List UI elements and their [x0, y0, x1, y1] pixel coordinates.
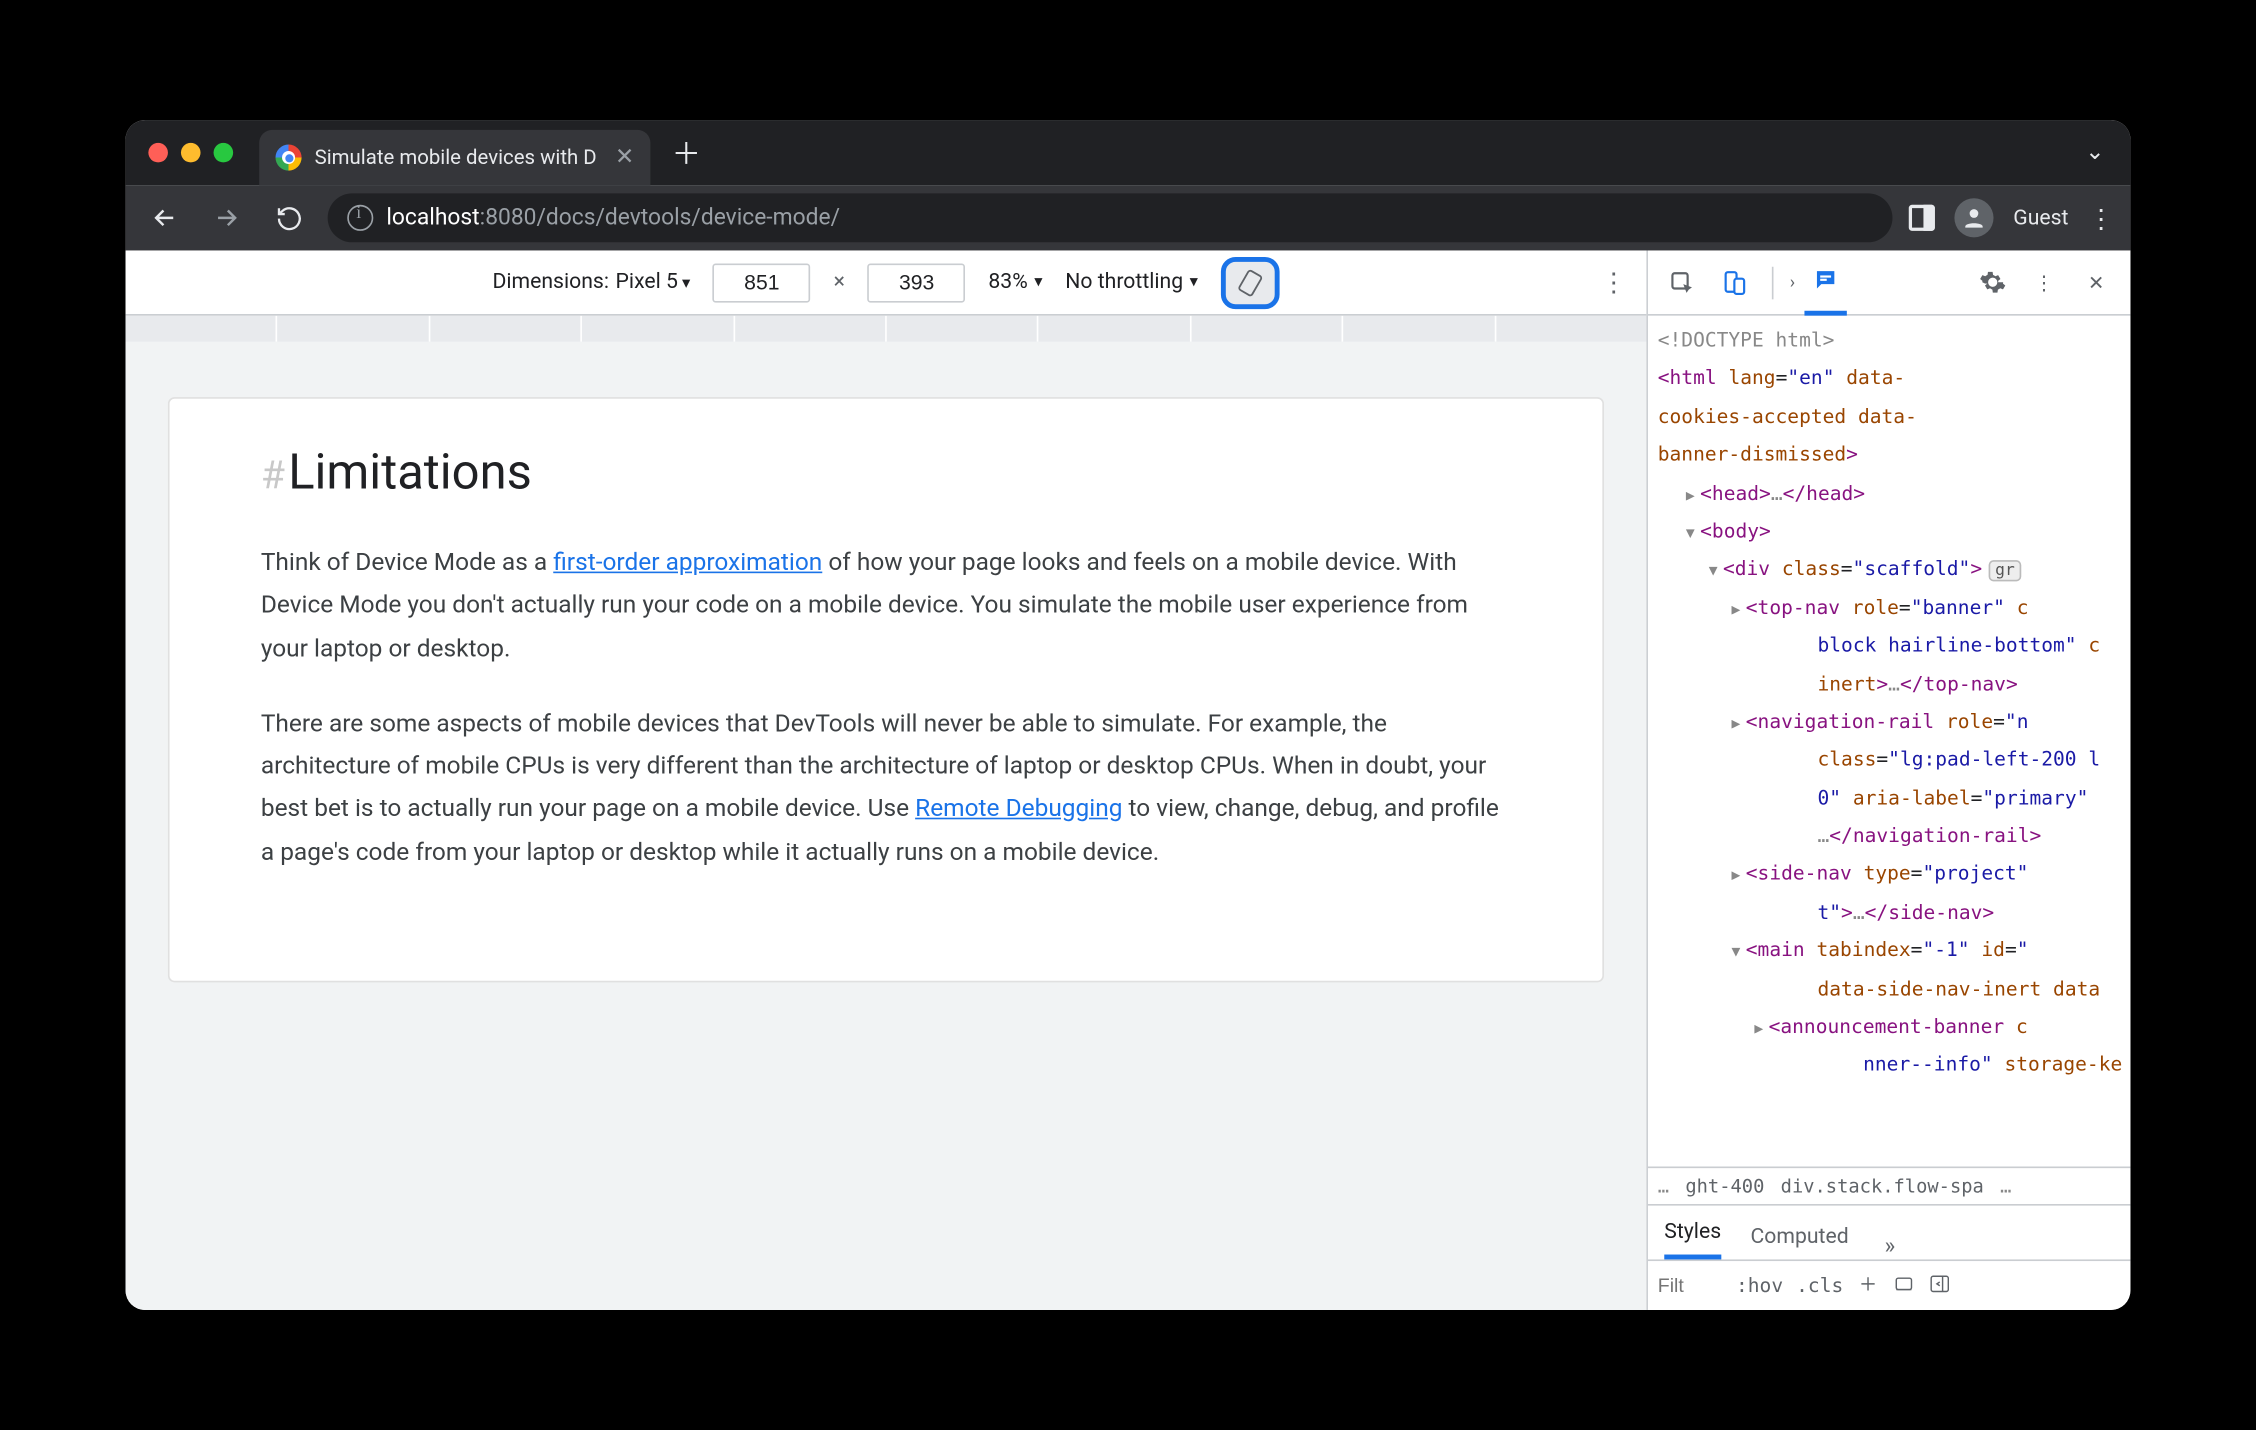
- announce-element[interactable]: ▶<announcement-banner cnner--info" stora…: [1658, 1008, 2131, 1084]
- browser-window: Simulate mobile devices with D ✕ ＋ ⌄ loc…: [126, 120, 2131, 1310]
- zoom-select[interactable]: 83%: [988, 270, 1042, 294]
- hov-toggle[interactable]: :hov: [1736, 1274, 1783, 1297]
- browser-tab[interactable]: Simulate mobile devices with D ✕: [259, 130, 650, 185]
- elements-tree[interactable]: <!DOCTYPE html> <html lang="en" data-coo…: [1648, 316, 2130, 1167]
- breadcrumb-item[interactable]: div.stack.flow-spa: [1781, 1175, 1984, 1198]
- computed-styles-icon[interactable]: [1892, 1272, 1915, 1300]
- cls-toggle[interactable]: .cls: [1796, 1274, 1843, 1297]
- close-window-button[interactable]: [148, 143, 168, 163]
- doctype-line: <!DOCTYPE html>: [1658, 322, 2131, 360]
- close-devtools-icon[interactable]: ✕: [2075, 261, 2117, 303]
- width-input[interactable]: [713, 263, 811, 302]
- scaffold-element[interactable]: ▼<div class="scaffold">gr: [1658, 551, 2131, 589]
- first-order-link[interactable]: first-order approximation: [553, 547, 822, 576]
- tab-styles[interactable]: Styles: [1664, 1220, 1721, 1259]
- throttle-select[interactable]: No throttling: [1065, 270, 1198, 294]
- back-button[interactable]: [142, 195, 188, 241]
- devtools-toolbar: › ⋮ ✕: [1648, 250, 2130, 315]
- height-input[interactable]: [868, 263, 966, 302]
- settings-icon[interactable]: [1971, 261, 2013, 303]
- close-tab-button[interactable]: ✕: [615, 144, 634, 170]
- window-controls: [148, 143, 233, 163]
- dimensions-x: ×: [834, 270, 845, 294]
- messages-tab-icon[interactable]: [1805, 250, 1847, 314]
- page-content: #Limitations Think of Device Mode as a f…: [168, 397, 1604, 982]
- address-bar: localhost:8080/docs/devtools/device-mode…: [126, 185, 2131, 250]
- breadcrumb-overflow-right[interactable]: …: [2000, 1175, 2011, 1198]
- new-rule-button[interactable]: [1856, 1272, 1879, 1300]
- body-element[interactable]: ▼<body>: [1658, 513, 2131, 551]
- profile-label: Guest: [2013, 206, 2068, 230]
- ruler: [126, 316, 1647, 342]
- devtools-panel: › ⋮ ✕ <!DOCTYPE html> <html lang="en" da…: [1648, 250, 2130, 1309]
- fullscreen-window-button[interactable]: [214, 143, 234, 163]
- device-toolbar-menu[interactable]: ⋮: [1601, 267, 1627, 298]
- remote-debugging-link[interactable]: Remote Debugging: [915, 794, 1122, 823]
- styles-filter-input[interactable]: [1658, 1274, 1723, 1297]
- head-element[interactable]: ▶<head>…</head>: [1658, 475, 2131, 513]
- tab-title: Simulate mobile devices with D: [315, 145, 602, 169]
- rotate-button[interactable]: [1221, 256, 1280, 308]
- forward-button[interactable]: [204, 195, 250, 241]
- tabs-more-icon[interactable]: »: [1885, 1233, 1896, 1259]
- new-tab-button[interactable]: ＋: [663, 130, 709, 176]
- page-viewport[interactable]: #Limitations Think of Device Mode as a f…: [126, 342, 1647, 1310]
- inspect-element-icon[interactable]: [1661, 261, 1703, 303]
- side-panel-icon[interactable]: [1909, 205, 1935, 231]
- styles-toolbar: :hov .cls: [1648, 1261, 2130, 1310]
- main-element[interactable]: ▼<main tabindex="-1" id="data-side-nav-i…: [1658, 932, 2131, 1008]
- tab-bar: Simulate mobile devices with D ✕ ＋ ⌄: [126, 120, 2131, 185]
- viewport-column: Dimensions: Pixel 5 × 83% No throttling …: [126, 250, 1648, 1309]
- device-toggle-icon[interactable]: [1713, 261, 1755, 303]
- minimize-window-button[interactable]: [181, 143, 201, 163]
- panel-overflow-icon[interactable]: ›: [1790, 272, 1795, 293]
- styles-tabs: Styles Computed »: [1648, 1206, 2130, 1261]
- navrail-element[interactable]: ▶<navigation-rail role="nclass="lg:pad-l…: [1658, 703, 2131, 856]
- chrome-favicon-icon: [276, 144, 302, 170]
- dimensions-select[interactable]: Dimensions: Pixel 5: [492, 270, 690, 294]
- profile-avatar-icon[interactable]: [1955, 198, 1994, 237]
- breadcrumb-item[interactable]: ght-400: [1685, 1175, 1764, 1198]
- reload-button[interactable]: [266, 195, 312, 241]
- browser-menu-button[interactable]: ⋮: [2088, 202, 2114, 233]
- devtools-menu-icon[interactable]: ⋮: [2023, 261, 2065, 303]
- device-toolbar: Dimensions: Pixel 5 × 83% No throttling …: [126, 250, 1647, 315]
- paragraph-1: Think of Device Mode as a first-order ap…: [261, 541, 1511, 669]
- url-input[interactable]: localhost:8080/docs/devtools/device-mode…: [328, 193, 1893, 242]
- topnav-element[interactable]: ▶<top-nav role="banner" cblock hairline-…: [1658, 589, 2131, 703]
- tabs-overflow-button[interactable]: ⌄: [2085, 140, 2104, 166]
- html-element[interactable]: <html lang="en" data-cookies-accepted da…: [1658, 360, 2131, 474]
- paragraph-2: There are some aspects of mobile devices…: [261, 702, 1511, 873]
- url-text: localhost:8080/docs/devtools/device-mode…: [386, 205, 840, 231]
- breadcrumb-overflow-left[interactable]: …: [1658, 1175, 1669, 1198]
- site-info-icon[interactable]: [347, 205, 373, 231]
- content-area: Dimensions: Pixel 5 × 83% No throttling …: [126, 250, 2131, 1309]
- breadcrumb-bar[interactable]: … ght-400 div.stack.flow-spa …: [1648, 1167, 2130, 1206]
- page-heading: #Limitations: [261, 444, 1511, 501]
- sidenav-element[interactable]: ▶<side-nav type="project"t">…</side-nav>: [1658, 856, 2131, 932]
- toolbar-right: Guest ⋮: [1909, 198, 2114, 237]
- tab-computed[interactable]: Computed: [1750, 1225, 1848, 1259]
- toggle-sidebar-icon[interactable]: [1928, 1272, 1951, 1300]
